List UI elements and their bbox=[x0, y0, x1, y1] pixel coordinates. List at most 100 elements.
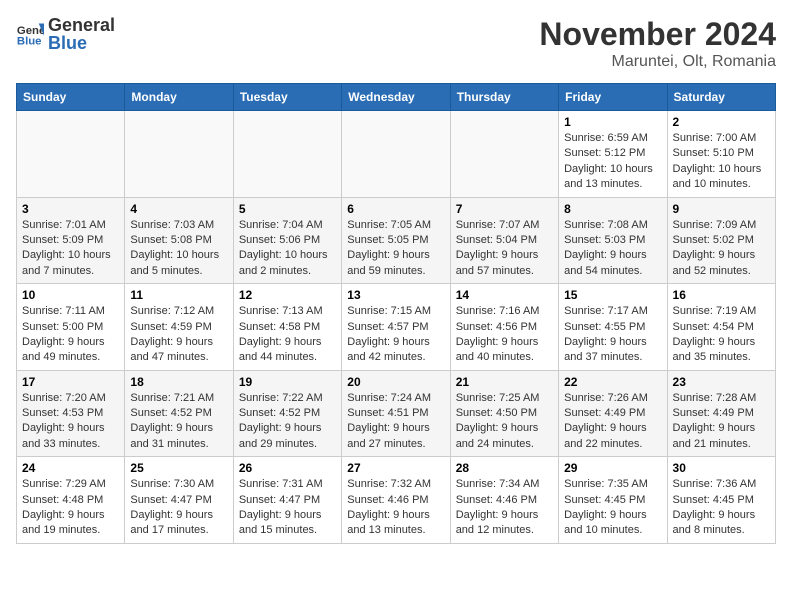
calendar-cell: 29 Sunrise: 7:35 AMSunset: 4:45 PMDayligh… bbox=[559, 457, 667, 544]
calendar-cell bbox=[17, 111, 125, 198]
day-info: Sunrise: 7:28 AMSunset: 4:49 PMDaylight:… bbox=[673, 391, 770, 453]
day-info: Sunrise: 7:26 AMSunset: 4:49 PMDaylight:… bbox=[564, 391, 661, 453]
logo: General Blue General Blue bbox=[16, 16, 115, 52]
day-number: 28 bbox=[456, 461, 553, 475]
day-number: 17 bbox=[22, 375, 119, 389]
day-number: 4 bbox=[130, 202, 227, 216]
day-number: 30 bbox=[673, 461, 770, 475]
day-number: 11 bbox=[130, 288, 227, 302]
location-subtitle: Maruntei, Olt, Romania bbox=[539, 53, 776, 71]
weekday-header-thursday: Thursday bbox=[450, 84, 558, 111]
day-number: 27 bbox=[347, 461, 444, 475]
day-info: Sunrise: 7:22 AMSunset: 4:52 PMDaylight:… bbox=[239, 391, 336, 453]
svg-text:Blue: Blue bbox=[17, 36, 42, 48]
day-info: Sunrise: 7:16 AMSunset: 4:56 PMDaylight:… bbox=[456, 304, 553, 366]
day-number: 3 bbox=[22, 202, 119, 216]
day-number: 13 bbox=[347, 288, 444, 302]
logo-icon: General Blue bbox=[16, 20, 44, 48]
day-number: 12 bbox=[239, 288, 336, 302]
day-info: Sunrise: 7:00 AMSunset: 5:10 PMDaylight:… bbox=[673, 131, 770, 193]
day-info: Sunrise: 7:35 AMSunset: 4:45 PMDaylight:… bbox=[564, 477, 661, 539]
day-number: 21 bbox=[456, 375, 553, 389]
calendar-cell: 19 Sunrise: 7:22 AMSunset: 4:52 PMDayligh… bbox=[233, 370, 341, 457]
calendar-week-5: 24 Sunrise: 7:29 AMSunset: 4:48 PMDayligh… bbox=[17, 457, 776, 544]
calendar-cell: 18 Sunrise: 7:21 AMSunset: 4:52 PMDayligh… bbox=[125, 370, 233, 457]
day-info: Sunrise: 7:11 AMSunset: 5:00 PMDaylight:… bbox=[22, 304, 119, 366]
day-info: Sunrise: 7:05 AMSunset: 5:05 PMDaylight:… bbox=[347, 218, 444, 280]
day-info: Sunrise: 7:25 AMSunset: 4:50 PMDaylight:… bbox=[456, 391, 553, 453]
calendar-cell: 15 Sunrise: 7:17 AMSunset: 4:55 PMDayligh… bbox=[559, 284, 667, 371]
weekday-header-wednesday: Wednesday bbox=[342, 84, 450, 111]
calendar-cell: 13 Sunrise: 7:15 AMSunset: 4:57 PMDayligh… bbox=[342, 284, 450, 371]
day-number: 2 bbox=[673, 115, 770, 129]
weekday-header-saturday: Saturday bbox=[667, 84, 775, 111]
day-info: Sunrise: 7:15 AMSunset: 4:57 PMDaylight:… bbox=[347, 304, 444, 366]
calendar-cell: 7 Sunrise: 7:07 AMSunset: 5:04 PMDaylight… bbox=[450, 197, 558, 284]
day-number: 15 bbox=[564, 288, 661, 302]
calendar-cell: 2 Sunrise: 7:00 AMSunset: 5:10 PMDaylight… bbox=[667, 111, 775, 198]
day-info: Sunrise: 7:03 AMSunset: 5:08 PMDaylight:… bbox=[130, 218, 227, 280]
page-header: General Blue General Blue November 2024 … bbox=[16, 16, 776, 71]
calendar-table: SundayMondayTuesdayWednesdayThursdayFrid… bbox=[16, 83, 776, 544]
day-info: Sunrise: 7:12 AMSunset: 4:59 PMDaylight:… bbox=[130, 304, 227, 366]
day-info: Sunrise: 7:19 AMSunset: 4:54 PMDaylight:… bbox=[673, 304, 770, 366]
calendar-cell: 30 Sunrise: 7:36 AMSunset: 4:45 PMDayligh… bbox=[667, 457, 775, 544]
day-info: Sunrise: 7:32 AMSunset: 4:46 PMDaylight:… bbox=[347, 477, 444, 539]
logo-general-text: General bbox=[48, 16, 115, 34]
day-number: 23 bbox=[673, 375, 770, 389]
calendar-cell: 5 Sunrise: 7:04 AMSunset: 5:06 PMDaylight… bbox=[233, 197, 341, 284]
calendar-cell: 25Sunrise: 7:30 AMSunset: 4:47 PMDayligh… bbox=[125, 457, 233, 544]
calendar-cell: 20 Sunrise: 7:24 AMSunset: 4:51 PMDayligh… bbox=[342, 370, 450, 457]
calendar-cell: 6 Sunrise: 7:05 AMSunset: 5:05 PMDaylight… bbox=[342, 197, 450, 284]
day-number: 18 bbox=[130, 375, 227, 389]
day-number: 19 bbox=[239, 375, 336, 389]
day-number: 9 bbox=[673, 202, 770, 216]
day-info: Sunrise: 7:08 AMSunset: 5:03 PMDaylight:… bbox=[564, 218, 661, 280]
day-info: Sunrise: 7:07 AMSunset: 5:04 PMDaylight:… bbox=[456, 218, 553, 280]
calendar-cell: 28Sunrise: 7:34 AMSunset: 4:46 PMDayligh… bbox=[450, 457, 558, 544]
calendar-week-1: 1Sunrise: 6:59 AMSunset: 5:12 PMDaylight… bbox=[17, 111, 776, 198]
calendar-cell: 9 Sunrise: 7:09 AMSunset: 5:02 PMDaylight… bbox=[667, 197, 775, 284]
day-number: 6 bbox=[347, 202, 444, 216]
day-info: Sunrise: 7:29 AMSunset: 4:48 PMDaylight:… bbox=[22, 477, 119, 539]
day-number: 16 bbox=[673, 288, 770, 302]
day-number: 7 bbox=[456, 202, 553, 216]
day-number: 20 bbox=[347, 375, 444, 389]
calendar-cell bbox=[125, 111, 233, 198]
calendar-week-2: 3 Sunrise: 7:01 AMSunset: 5:09 PMDaylight… bbox=[17, 197, 776, 284]
day-info: Sunrise: 7:13 AMSunset: 4:58 PMDaylight:… bbox=[239, 304, 336, 366]
calendar-cell: 16 Sunrise: 7:19 AMSunset: 4:54 PMDayligh… bbox=[667, 284, 775, 371]
day-info: Sunrise: 7:36 AMSunset: 4:45 PMDaylight:… bbox=[673, 477, 770, 539]
calendar-cell bbox=[233, 111, 341, 198]
day-number: 14 bbox=[456, 288, 553, 302]
calendar-cell: 8Sunrise: 7:08 AMSunset: 5:03 PMDaylight… bbox=[559, 197, 667, 284]
calendar-cell: 14 Sunrise: 7:16 AMSunset: 4:56 PMDayligh… bbox=[450, 284, 558, 371]
calendar-cell bbox=[450, 111, 558, 198]
calendar-cell: 3 Sunrise: 7:01 AMSunset: 5:09 PMDaylight… bbox=[17, 197, 125, 284]
day-info: Sunrise: 7:01 AMSunset: 5:09 PMDaylight:… bbox=[22, 218, 119, 280]
calendar-cell: 1Sunrise: 6:59 AMSunset: 5:12 PMDaylight… bbox=[559, 111, 667, 198]
calendar-cell: 4 Sunrise: 7:03 AMSunset: 5:08 PMDaylight… bbox=[125, 197, 233, 284]
logo-blue-text: Blue bbox=[48, 34, 115, 52]
day-info: Sunrise: 7:24 AMSunset: 4:51 PMDaylight:… bbox=[347, 391, 444, 453]
calendar-cell: 23 Sunrise: 7:28 AMSunset: 4:49 PMDayligh… bbox=[667, 370, 775, 457]
day-info: Sunrise: 7:17 AMSunset: 4:55 PMDaylight:… bbox=[564, 304, 661, 366]
title-area: November 2024 Maruntei, Olt, Romania bbox=[539, 16, 776, 71]
day-number: 24 bbox=[22, 461, 119, 475]
day-info: Sunrise: 7:09 AMSunset: 5:02 PMDaylight:… bbox=[673, 218, 770, 280]
calendar-cell: 24 Sunrise: 7:29 AMSunset: 4:48 PMDayligh… bbox=[17, 457, 125, 544]
day-number: 10 bbox=[22, 288, 119, 302]
day-number: 5 bbox=[239, 202, 336, 216]
weekday-header-tuesday: Tuesday bbox=[233, 84, 341, 111]
calendar-cell: 12 Sunrise: 7:13 AMSunset: 4:58 PMDayligh… bbox=[233, 284, 341, 371]
day-info: Sunrise: 7:21 AMSunset: 4:52 PMDaylight:… bbox=[130, 391, 227, 453]
day-info: Sunrise: 7:04 AMSunset: 5:06 PMDaylight:… bbox=[239, 218, 336, 280]
day-info: Sunrise: 6:59 AMSunset: 5:12 PMDaylight:… bbox=[564, 131, 661, 193]
day-number: 22 bbox=[564, 375, 661, 389]
calendar-cell: 21 Sunrise: 7:25 AMSunset: 4:50 PMDayligh… bbox=[450, 370, 558, 457]
calendar-cell: 17 Sunrise: 7:20 AMSunset: 4:53 PMDayligh… bbox=[17, 370, 125, 457]
calendar-cell: 27 Sunrise: 7:32 AMSunset: 4:46 PMDayligh… bbox=[342, 457, 450, 544]
day-number: 29 bbox=[564, 461, 661, 475]
weekday-header-sunday: Sunday bbox=[17, 84, 125, 111]
day-info: Sunrise: 7:20 AMSunset: 4:53 PMDaylight:… bbox=[22, 391, 119, 453]
